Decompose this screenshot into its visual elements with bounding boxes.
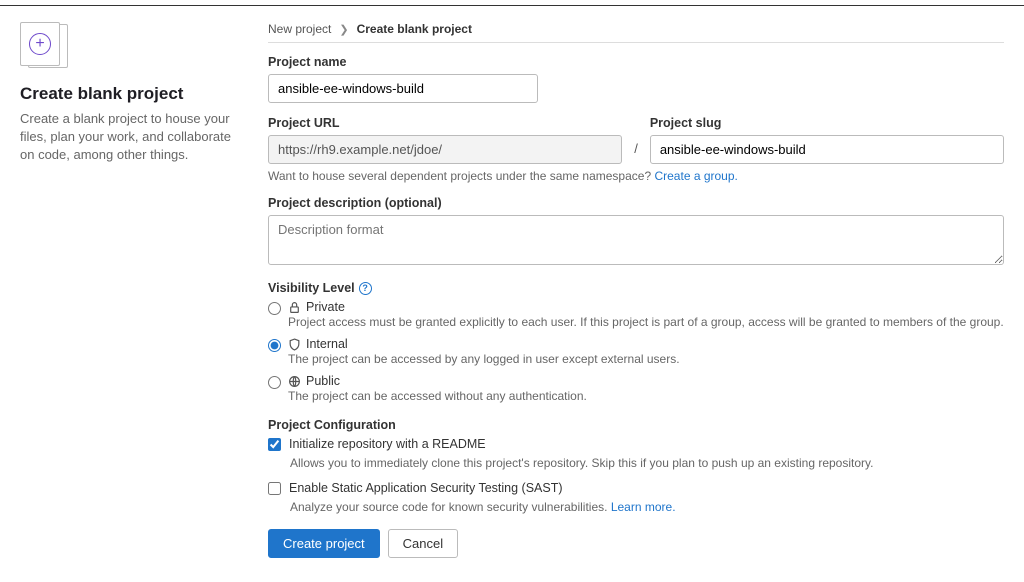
breadcrumb-current: Create blank project <box>357 22 472 36</box>
visibility-desc-internal: The project can be accessed by any logge… <box>288 351 1004 367</box>
visibility-option-public: Public The project can be accessed witho… <box>268 374 1004 404</box>
project-description-input[interactable] <box>268 215 1004 265</box>
readme-label: Initialize repository with a README <box>289 437 486 451</box>
left-sidebar: + Create blank project Create a blank pr… <box>20 22 240 558</box>
sast-checkbox[interactable] <box>268 482 281 495</box>
globe-icon <box>288 375 301 388</box>
visibility-desc-private: Project access must be granted explicitl… <box>288 314 1004 330</box>
project-name-input[interactable] <box>268 74 538 103</box>
visibility-radio-internal[interactable] <box>268 339 281 352</box>
project-slug-input[interactable] <box>650 135 1004 164</box>
button-row: Create project Cancel <box>268 529 1004 558</box>
readme-description: Allows you to immediately clone this pro… <box>290 455 1004 471</box>
project-url-input[interactable] <box>268 135 622 164</box>
visibility-title-public: Public <box>306 374 340 388</box>
project-description-label: Project description (optional) <box>268 196 1004 210</box>
visibility-option-internal: Internal The project can be accessed by … <box>268 337 1004 367</box>
readme-option: Initialize repository with a README <box>268 437 1004 451</box>
chevron-right-icon: ❯ <box>339 23 348 36</box>
visibility-option-private: Private Project access must be granted e… <box>268 300 1004 330</box>
sast-option: Enable Static Application Security Testi… <box>268 481 1004 495</box>
create-group-link[interactable]: Create a group. <box>654 169 737 183</box>
breadcrumb-parent[interactable]: New project <box>268 22 331 36</box>
sast-description: Analyze your source code for known secur… <box>290 499 1004 515</box>
project-slug-label: Project slug <box>650 116 1004 130</box>
help-icon[interactable]: ? <box>359 282 372 295</box>
cancel-button[interactable]: Cancel <box>388 529 458 558</box>
project-name-label: Project name <box>268 55 1004 69</box>
sast-label: Enable Static Application Security Testi… <box>289 481 563 495</box>
divider <box>268 42 1004 43</box>
visibility-desc-public: The project can be accessed without any … <box>288 388 1004 404</box>
visibility-radio-public[interactable] <box>268 376 281 389</box>
url-slash: / <box>634 141 638 164</box>
visibility-title-private: Private <box>306 300 345 314</box>
create-project-button[interactable]: Create project <box>268 529 380 558</box>
visibility-radio-private[interactable] <box>268 302 281 315</box>
sidebar-description: Create a blank project to house your fil… <box>20 110 240 165</box>
visibility-title-internal: Internal <box>306 337 348 351</box>
shield-icon <box>288 338 301 351</box>
namespace-hint: Want to house several dependent projects… <box>268 169 1004 183</box>
new-project-icon: + <box>20 22 68 70</box>
sast-learn-more-link[interactable]: Learn more. <box>611 500 676 514</box>
visibility-level-label: Visibility Level ? <box>268 281 1004 295</box>
form-column: New project ❯ Create blank project Proje… <box>268 22 1004 558</box>
sidebar-title: Create blank project <box>20 84 240 104</box>
project-configuration-label: Project Configuration <box>268 418 1004 432</box>
breadcrumb: New project ❯ Create blank project <box>268 22 1004 36</box>
readme-checkbox[interactable] <box>268 438 281 451</box>
project-url-label: Project URL <box>268 116 622 130</box>
page-container: + Create blank project Create a blank pr… <box>0 6 1024 582</box>
lock-icon <box>288 301 301 314</box>
